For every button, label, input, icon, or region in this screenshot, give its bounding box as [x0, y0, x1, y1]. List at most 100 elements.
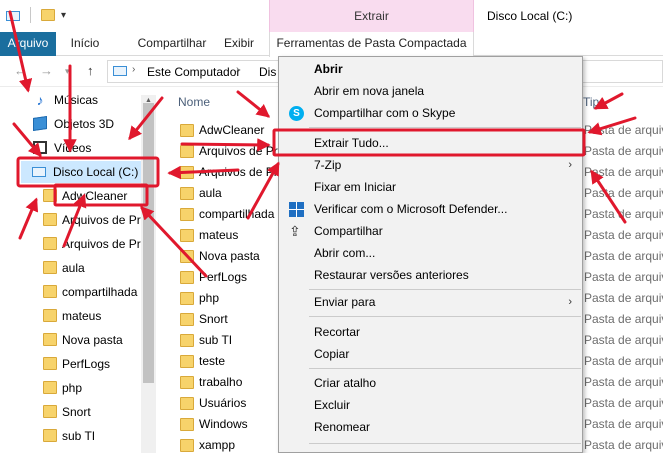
- menu-item-excluir[interactable]: Excluir: [280, 394, 582, 416]
- folder-icon: [43, 237, 57, 250]
- nav-item-sub-ti[interactable]: sub TI: [0, 425, 156, 447]
- nav-item-arquivos-de-programas[interactable]: Arquivos de Pr: [0, 209, 156, 231]
- nav-item-nova-pasta[interactable]: Nova pasta: [0, 329, 156, 351]
- nav-item-videos[interactable]: Vídeos: [0, 137, 156, 159]
- menu-item-label: Verificar com o Microsoft Defender...: [314, 202, 508, 216]
- folder-icon: [180, 355, 194, 368]
- menu-item-fixar-iniciar[interactable]: Fixar em Iniciar: [280, 176, 582, 198]
- folder-icon: [43, 309, 57, 322]
- scroll-up-arrow-icon[interactable]: ▲: [145, 97, 152, 104]
- recent-locations-chevron-icon[interactable]: ▾: [65, 66, 70, 77]
- column-header-tipo[interactable]: Tip: [583, 95, 599, 109]
- breadcrumb-disco-local[interactable]: Dis: [259, 65, 276, 79]
- up-arrow-icon[interactable]: ↑: [87, 63, 94, 78]
- menu-item-extrair-tudo[interactable]: Extrair Tudo...: [280, 132, 582, 154]
- tab-inicio[interactable]: Início: [63, 32, 107, 56]
- back-arrow-icon[interactable]: ←: [14, 63, 27, 78]
- ribbon-tabs: Arquivo Início Compartilhar Exibir Ferra…: [0, 32, 663, 57]
- menu-item-recortar[interactable]: Recortar: [280, 321, 582, 343]
- menu-item-label: Enviar para: [314, 295, 376, 309]
- folder-icon: [180, 166, 194, 179]
- breadcrumb-chevron-icon[interactable]: ›: [132, 64, 135, 75]
- nav-item-php[interactable]: php: [0, 377, 156, 399]
- folder-icon: [180, 376, 194, 389]
- navigation-pane-scrollbar[interactable]: [141, 95, 156, 453]
- file-type: Pasta de arquivo: [584, 123, 663, 137]
- nav-item-label: Objetos 3D: [54, 117, 115, 131]
- music-icon: ♪: [36, 92, 44, 108]
- drive-icon[interactable]: [6, 11, 20, 21]
- menu-item-abrir-nova-janela[interactable]: Abrir em nova janela: [280, 80, 582, 102]
- file-type: Pasta de arquivo: [584, 249, 663, 263]
- nav-item-label: compartilhada: [62, 285, 138, 299]
- menu-item-compartilhar[interactable]: ⇪ Compartilhar: [280, 220, 582, 242]
- navigation-pane: ♪ Músicas Objetos 3D Vídeos Disco Local …: [0, 88, 156, 453]
- nav-item-compartilhada[interactable]: compartilhada: [0, 281, 156, 303]
- menu-item-enviar-para[interactable]: Enviar para ›: [280, 291, 582, 313]
- menu-item-criar-atalho[interactable]: Criar atalho: [280, 372, 582, 394]
- file-name: Arquivos de Pr: [199, 165, 278, 179]
- folder-icon: [180, 313, 194, 326]
- nav-item-snort[interactable]: Snort: [0, 401, 156, 423]
- forward-arrow-icon[interactable]: →: [40, 63, 53, 78]
- file-type: Pasta de arquivo: [584, 144, 663, 158]
- file-name: Snort: [199, 312, 228, 326]
- menu-separator: [309, 289, 581, 290]
- menu-item-restaurar-versoes[interactable]: Restaurar versões anteriores: [280, 264, 582, 286]
- menu-separator: [309, 316, 581, 317]
- folder-icon: [180, 229, 194, 242]
- tab-exibir[interactable]: Exibir: [219, 32, 259, 56]
- breadcrumb-este-computador[interactable]: Este Computador: [147, 65, 240, 79]
- nav-item-aula[interactable]: aula: [0, 257, 156, 279]
- file-type: Pasta de arquivo: [584, 291, 663, 305]
- folder-icon: [43, 189, 57, 202]
- toolbar-divider: [30, 7, 31, 23]
- column-header-nome[interactable]: Nome: [178, 95, 210, 109]
- nav-item-label: aula: [62, 261, 85, 275]
- nav-item-label: sub TI: [62, 429, 96, 443]
- folder-icon: [180, 292, 194, 305]
- menu-item-verificar-defender[interactable]: Verificar com o Microsoft Defender...: [280, 198, 582, 220]
- nav-item-mateus[interactable]: mateus: [0, 305, 156, 327]
- menu-item-label: Excluir: [314, 398, 351, 412]
- scrollbar-thumb[interactable]: [143, 103, 154, 383]
- menu-separator: [309, 368, 581, 369]
- folder-icon: [180, 271, 194, 284]
- nav-item-perflogs[interactable]: PerfLogs: [0, 353, 156, 375]
- folder-icon: [43, 333, 57, 346]
- menu-item-compartilhar-skype[interactable]: S Compartilhar com o Skype: [280, 102, 582, 124]
- nav-item-musicas[interactable]: ♪ Músicas: [0, 89, 156, 111]
- tab-compartilhar[interactable]: Compartilhar: [120, 32, 224, 56]
- file-name: mateus: [199, 228, 239, 242]
- menu-item-label: Recortar: [314, 325, 361, 339]
- breadcrumb-chevron-icon[interactable]: ›: [236, 64, 239, 75]
- folder-icon: [180, 250, 194, 263]
- nav-item-disco-local[interactable]: Disco Local (C:): [21, 161, 156, 183]
- file-name: aula: [199, 186, 222, 200]
- menu-item-label: 7-Zip: [314, 158, 342, 172]
- file-name: compartilhada: [199, 207, 275, 221]
- file-type: Pasta de arquivo: [584, 333, 663, 347]
- menu-item-label: Extrair Tudo...: [314, 136, 389, 150]
- menu-item-abrir-com[interactable]: Abrir com...: [280, 242, 582, 264]
- tab-ferramentas-pasta-compactada[interactable]: Ferramentas de Pasta Compactada: [269, 32, 474, 57]
- folder-icon: [43, 405, 57, 418]
- file-type: Pasta de arquivo: [584, 312, 663, 326]
- new-folder-icon[interactable]: [41, 9, 55, 21]
- menu-item-label: Criar atalho: [314, 376, 377, 390]
- menu-item-7zip[interactable]: 7-Zip ›: [280, 154, 582, 176]
- tab-arquivo[interactable]: Arquivo: [0, 32, 56, 56]
- menu-item-abrir[interactable]: Abrir: [280, 58, 582, 80]
- file-name: php: [199, 291, 220, 305]
- folder-icon: [43, 285, 57, 298]
- menu-item-copiar[interactable]: Copiar: [280, 343, 582, 365]
- menu-separator: [309, 443, 581, 444]
- nav-item-adwcleaner[interactable]: AdwCleaner: [0, 185, 156, 207]
- folder-icon: [180, 334, 194, 347]
- nav-item-objetos-3d[interactable]: Objetos 3D: [0, 113, 156, 135]
- nav-item-arquivos-de-programas-x86[interactable]: Arquivos de Pr: [0, 233, 156, 255]
- customize-toolbar-chevron-icon[interactable]: ▾: [61, 10, 66, 21]
- file-type: Pasta de arquivo: [584, 438, 663, 452]
- drive-icon: [113, 66, 127, 76]
- menu-item-renomear[interactable]: Renomear: [280, 416, 582, 438]
